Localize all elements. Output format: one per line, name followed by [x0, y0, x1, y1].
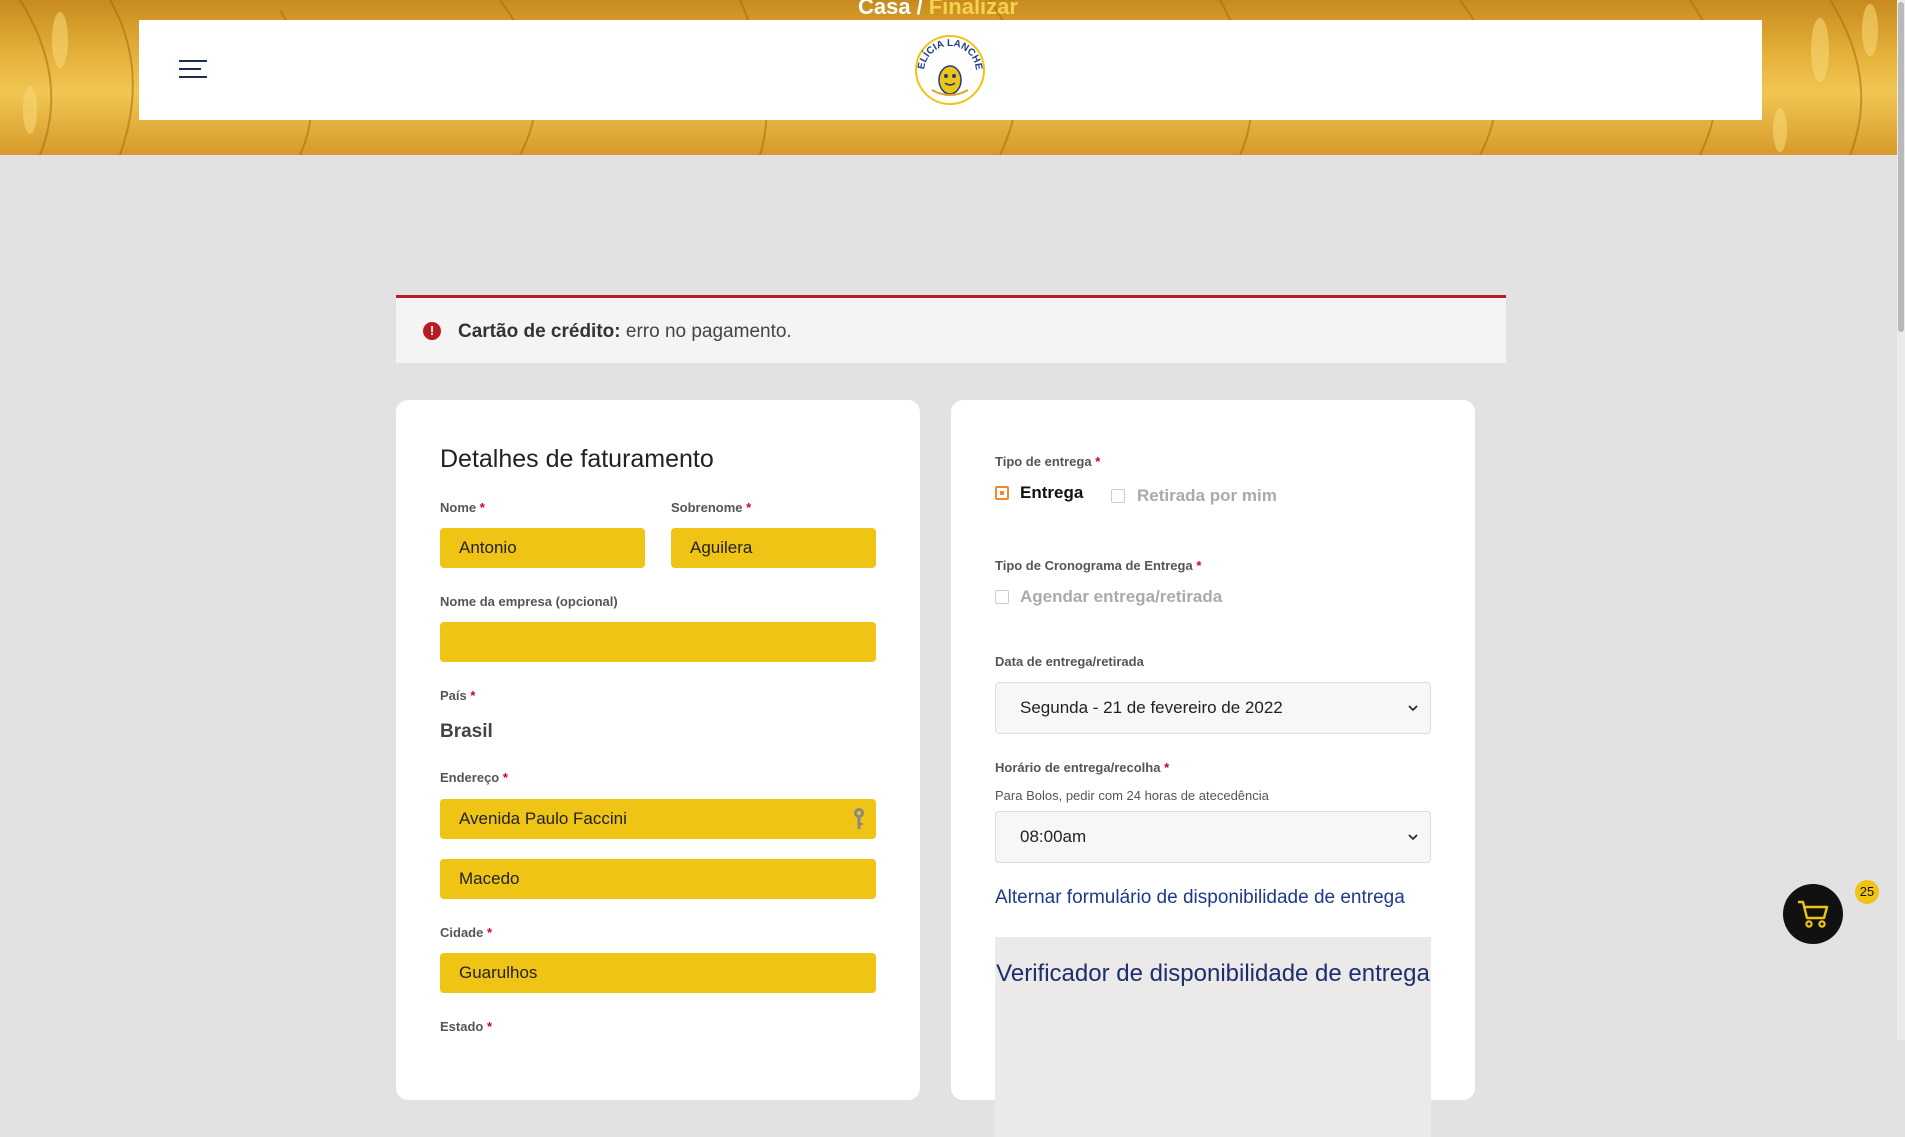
delivery-option-entrega-label[interactable]: Entrega — [1020, 483, 1083, 503]
required-marker: * — [1095, 454, 1101, 469]
last-name-label-text: Sobrenome — [671, 500, 743, 515]
delivery-option-entrega-radio[interactable] — [995, 486, 1009, 500]
delivery-options-card: Tipo de entrega * Entrega Retirada por m… — [951, 400, 1475, 1137]
top-navbar: DELÍCIA LANCHES — [139, 20, 1762, 120]
schedule-option-label[interactable]: Agendar entrega/retirada — [1020, 587, 1222, 607]
chevron-down-icon — [1408, 705, 1418, 712]
delivery-option-retirada-radio[interactable] — [1111, 489, 1125, 503]
delivery-time-label: Horário de entrega/recolha * — [995, 760, 1169, 775]
last-name-input[interactable]: Aguilera — [671, 528, 876, 568]
breadcrumb: Casa / Finalizar — [858, 0, 1018, 20]
required-marker: * — [486, 925, 493, 940]
last-name-label: Sobrenome * — [671, 500, 751, 515]
required-marker: * — [1196, 558, 1202, 573]
required-marker: * — [502, 770, 508, 785]
availability-checker-title: Verificador de disponibilidade de entreg… — [996, 960, 1430, 987]
error-text: erro no pagamento. — [625, 321, 792, 342]
page-scrollbar[interactable] — [1897, 0, 1905, 1040]
delivery-time-select[interactable]: 08:00am — [995, 811, 1431, 863]
address-line2-input[interactable]: Macedo — [440, 859, 876, 899]
autofill-key-icon[interactable] — [852, 807, 866, 831]
state-label: Estado * — [440, 1019, 492, 1034]
first-name-input[interactable]: Antonio — [440, 528, 645, 568]
floating-cart-button[interactable] — [1783, 884, 1843, 944]
required-marker: * — [746, 500, 752, 515]
breadcrumb-current: Finalizar — [928, 0, 1018, 19]
first-name-label: Nome * — [440, 500, 485, 515]
chevron-down-icon — [1408, 834, 1418, 841]
hamburger-menu-icon[interactable] — [179, 60, 209, 82]
address-line1-input[interactable]: Avenida Paulo Faccini — [440, 799, 876, 839]
schedule-option-checkbox[interactable] — [995, 590, 1009, 604]
address-label-text: Endereço — [440, 770, 500, 785]
error-exclamation-icon: ! — [423, 322, 441, 340]
required-marker: * — [470, 688, 476, 703]
company-label: Nome da empresa (opcional) — [440, 594, 618, 609]
delivery-time-value: 08:00am — [1020, 827, 1087, 846]
required-marker: * — [479, 500, 485, 515]
schedule-type-label: Tipo de Cronograma de Entrega * — [995, 558, 1201, 573]
country-label: País * — [440, 688, 475, 703]
state-label-text: Estado — [440, 1019, 484, 1034]
brand-logo[interactable]: DELÍCIA LANCHES — [912, 32, 988, 108]
required-marker: * — [486, 1019, 493, 1034]
delivery-type-label-text: Tipo de entrega — [995, 454, 1092, 469]
city-label: Cidade * — [440, 925, 492, 940]
delivery-time-hint: Para Bolos, pedir com 24 horas de ateced… — [995, 788, 1269, 803]
payment-error-notice: ! Cartão de crédito: erro no pagamento. — [396, 295, 1506, 363]
country-value: Brasil — [440, 721, 493, 742]
company-input[interactable] — [440, 622, 876, 662]
delivery-option-retirada-label[interactable]: Retirada por mim — [1137, 486, 1277, 506]
delivery-time-label-text: Horário de entrega/recolha — [995, 760, 1161, 775]
delivery-date-value: Segunda - 21 de fevereiro de 2022 — [1020, 698, 1283, 717]
breadcrumb-home[interactable]: Casa — [858, 0, 911, 19]
scrollbar-thumb[interactable] — [1898, 2, 1904, 332]
billing-details-card: Detalhes de faturamento Nome * Antonio S… — [396, 400, 920, 1100]
address-line1-value: Avenida Paulo Faccini — [459, 809, 627, 828]
cart-count-badge: 25 — [1855, 880, 1879, 904]
billing-title: Detalhes de faturamento — [440, 445, 714, 473]
delivery-date-select[interactable]: Segunda - 21 de fevereiro de 2022 — [995, 682, 1431, 734]
availability-toggle-link[interactable]: Alternar formulário de disponibilidade d… — [995, 887, 1405, 909]
delivery-type-label: Tipo de entrega * — [995, 454, 1100, 469]
schedule-type-label-text: Tipo de Cronograma de Entrega — [995, 558, 1193, 573]
error-label: Cartão de crédito: — [458, 321, 621, 342]
error-message: Cartão de crédito: erro no pagamento. — [458, 321, 792, 343]
city-input[interactable]: Guarulhos — [440, 953, 876, 993]
breadcrumb-separator: / — [916, 0, 923, 19]
availability-checker-panel: Verificador de disponibilidade de entreg… — [995, 937, 1431, 1137]
city-label-text: Cidade — [440, 925, 484, 940]
country-label-text: País — [440, 688, 467, 703]
address-label: Endereço * — [440, 770, 508, 785]
first-name-label-text: Nome — [440, 500, 477, 515]
shopping-cart-icon — [1798, 900, 1829, 928]
required-marker: * — [1164, 760, 1170, 775]
delivery-date-label: Data de entrega/retirada — [995, 654, 1144, 669]
